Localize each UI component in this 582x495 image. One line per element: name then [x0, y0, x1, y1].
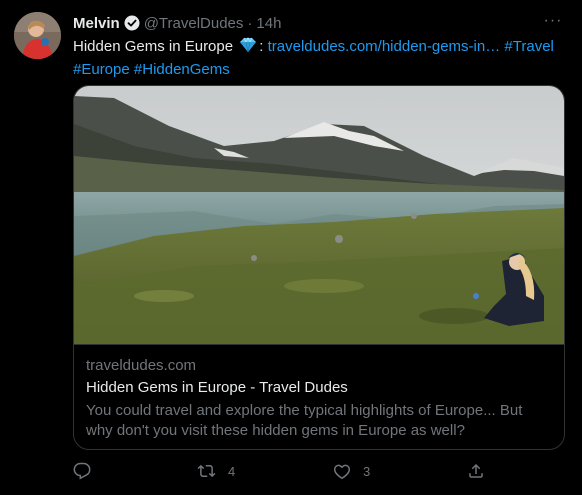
- reply-button[interactable]: [73, 459, 103, 483]
- tweet[interactable]: Melvin @TravelDudes · 14h ··· Hidden Gem…: [0, 0, 582, 495]
- share-icon: [467, 462, 485, 480]
- tweet-actions: 4 3: [73, 459, 493, 483]
- hashtag-europe[interactable]: #Europe: [73, 61, 130, 78]
- reply-icon: [73, 462, 91, 480]
- retweet-icon: [197, 462, 216, 480]
- hashtag-travel[interactable]: #Travel: [504, 38, 553, 55]
- retweet-button[interactable]: 4: [197, 459, 235, 483]
- share-button[interactable]: [467, 459, 485, 483]
- tweet-header: Melvin @TravelDudes · 14h: [73, 13, 281, 33]
- avatar[interactable]: [14, 12, 61, 59]
- card-body[interactable]: traveldudes.com Hidden Gems in Europe - …: [74, 344, 564, 449]
- timestamp[interactable]: 14h: [256, 15, 281, 32]
- more-options-icon[interactable]: ···: [542, 11, 564, 31]
- link-preview-card[interactable]: traveldudes.com Hidden Gems in Europe - …: [73, 85, 565, 450]
- like-button[interactable]: 3: [333, 459, 370, 483]
- tweet-text-colon: :: [259, 38, 264, 55]
- card-domain: traveldudes.com: [86, 357, 197, 374]
- heart-icon: [333, 462, 351, 480]
- tweet-link[interactable]: traveldudes.com/hidden-gems-in…: [268, 38, 501, 55]
- tweet-text-intro: Hidden Gems in Europe: [73, 38, 234, 55]
- verified-badge-icon: [124, 15, 140, 31]
- separator-dot: ·: [247, 14, 253, 32]
- display-name[interactable]: Melvin: [73, 15, 120, 32]
- gem-emoji-icon: [239, 37, 257, 59]
- card-description: You could travel and explore the typical…: [86, 402, 523, 439]
- tweet-text: Hidden Gems in Europe : traveldudes.com/…: [73, 36, 563, 80]
- hashtag-hiddengems[interactable]: #HiddenGems: [134, 61, 230, 78]
- like-count: 3: [363, 463, 371, 479]
- card-image[interactable]: [74, 86, 564, 344]
- handle[interactable]: @TravelDudes: [144, 15, 244, 32]
- card-title: Hidden Gems in Europe - Travel Dudes: [86, 379, 348, 396]
- retweet-count: 4: [228, 463, 236, 479]
